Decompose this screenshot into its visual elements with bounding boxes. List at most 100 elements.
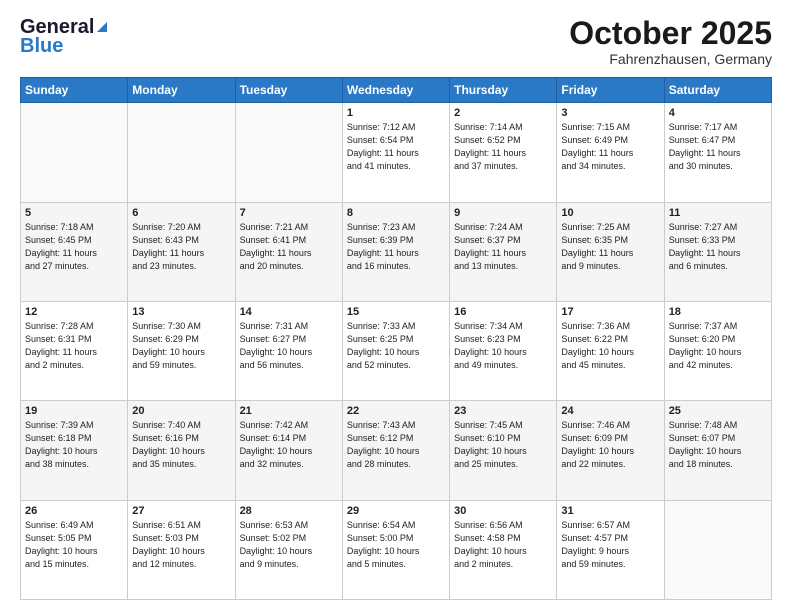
day-info: Sunrise: 6:57 AM Sunset: 4:57 PM Dayligh… [561,519,659,571]
weekday-header-friday: Friday [557,78,664,103]
day-number: 24 [561,405,659,417]
weekday-header-thursday: Thursday [450,78,557,103]
calendar-cell: 16 Sunrise: 7:34 AM Sunset: 6:23 PM Dayli… [450,301,557,400]
day-info: Sunrise: 7:48 AM Sunset: 6:07 PM Dayligh… [669,419,767,471]
day-info: Sunrise: 7:39 AM Sunset: 6:18 PM Dayligh… [25,419,123,471]
calendar-cell: 3Sunrise: 7:15 AM Sunset: 6:49 PM Daylig… [557,103,664,202]
calendar-cell: 24 Sunrise: 7:46 AM Sunset: 6:09 PM Dayli… [557,401,664,500]
day-info: Sunrise: 7:28 AM Sunset: 6:31 PM Dayligh… [25,320,123,372]
day-number: 4 [669,107,767,119]
day-info: Sunrise: 7:34 AM Sunset: 6:23 PM Dayligh… [454,320,552,372]
calendar-cell: 28 Sunrise: 6:53 AM Sunset: 5:02 PM Dayli… [235,500,342,599]
day-info: Sunrise: 7:40 AM Sunset: 6:16 PM Dayligh… [132,419,230,471]
day-number: 16 [454,306,552,318]
calendar-cell: 25 Sunrise: 7:48 AM Sunset: 6:07 PM Dayli… [664,401,771,500]
day-number: 27 [132,505,230,517]
day-info: Sunrise: 7:20 AM Sunset: 6:43 PM Dayligh… [132,221,230,273]
month-title: October 2025 [569,16,772,51]
calendar-cell: 30 Sunrise: 6:56 AM Sunset: 4:58 PM Dayli… [450,500,557,599]
day-info: Sunrise: 6:53 AM Sunset: 5:02 PM Dayligh… [240,519,338,571]
day-number: 1 [347,107,445,119]
weekday-header-tuesday: Tuesday [235,78,342,103]
calendar-cell: 23 Sunrise: 7:45 AM Sunset: 6:10 PM Dayli… [450,401,557,500]
day-info: Sunrise: 7:27 AM Sunset: 6:33 PM Dayligh… [669,221,767,273]
calendar-cell: 31 Sunrise: 6:57 AM Sunset: 4:57 PM Dayli… [557,500,664,599]
day-info: Sunrise: 7:24 AM Sunset: 6:37 PM Dayligh… [454,221,552,273]
calendar-cell: 5 Sunrise: 7:18 AM Sunset: 6:45 PM Daylig… [21,202,128,301]
day-info: Sunrise: 7:37 AM Sunset: 6:20 PM Dayligh… [669,320,767,372]
day-info: Sunrise: 6:56 AM Sunset: 4:58 PM Dayligh… [454,519,552,571]
weekday-header-sunday: Sunday [21,78,128,103]
day-number: 26 [25,505,123,517]
calendar-cell: 10Sunrise: 7:25 AM Sunset: 6:35 PM Dayli… [557,202,664,301]
page: General Blue October 2025 Fahrenzhausen,… [0,0,792,612]
day-info: Sunrise: 6:49 AM Sunset: 5:05 PM Dayligh… [25,519,123,571]
calendar-table: SundayMondayTuesdayWednesdayThursdayFrid… [20,77,772,600]
calendar-cell [235,103,342,202]
calendar-cell: 4 Sunrise: 7:17 AM Sunset: 6:47 PM Daylig… [664,103,771,202]
day-number: 21 [240,405,338,417]
calendar-cell [664,500,771,599]
day-number: 2 [454,107,552,119]
day-info: Sunrise: 7:46 AM Sunset: 6:09 PM Dayligh… [561,419,659,471]
calendar-cell: 14 Sunrise: 7:31 AM Sunset: 6:27 PM Dayli… [235,301,342,400]
calendar-cell: 17Sunrise: 7:36 AM Sunset: 6:22 PM Dayli… [557,301,664,400]
logo: General Blue [20,16,109,58]
day-number: 31 [561,505,659,517]
day-number: 10 [561,207,659,219]
week-row-2: 12 Sunrise: 7:28 AM Sunset: 6:31 PM Dayli… [21,301,772,400]
day-number: 28 [240,505,338,517]
day-info: Sunrise: 7:17 AM Sunset: 6:47 PM Dayligh… [669,121,767,173]
day-number: 11 [669,207,767,219]
week-row-3: 19 Sunrise: 7:39 AM Sunset: 6:18 PM Dayli… [21,401,772,500]
week-row-1: 5 Sunrise: 7:18 AM Sunset: 6:45 PM Daylig… [21,202,772,301]
day-info: Sunrise: 7:42 AM Sunset: 6:14 PM Dayligh… [240,419,338,471]
calendar-cell: 21 Sunrise: 7:42 AM Sunset: 6:14 PM Dayli… [235,401,342,500]
day-info: Sunrise: 7:33 AM Sunset: 6:25 PM Dayligh… [347,320,445,372]
day-number: 18 [669,306,767,318]
calendar-cell: 19 Sunrise: 7:39 AM Sunset: 6:18 PM Dayli… [21,401,128,500]
calendar-cell: 2 Sunrise: 7:14 AM Sunset: 6:52 PM Daylig… [450,103,557,202]
day-info: Sunrise: 7:36 AM Sunset: 6:22 PM Dayligh… [561,320,659,372]
day-number: 19 [25,405,123,417]
weekday-header-monday: Monday [128,78,235,103]
calendar-cell [128,103,235,202]
day-info: Sunrise: 7:15 AM Sunset: 6:49 PM Dayligh… [561,121,659,173]
logo-arrow-icon [95,20,109,34]
calendar-cell: 15Sunrise: 7:33 AM Sunset: 6:25 PM Dayli… [342,301,449,400]
day-info: Sunrise: 7:14 AM Sunset: 6:52 PM Dayligh… [454,121,552,173]
day-number: 22 [347,405,445,417]
day-info: Sunrise: 7:43 AM Sunset: 6:12 PM Dayligh… [347,419,445,471]
day-number: 23 [454,405,552,417]
calendar-cell: 9 Sunrise: 7:24 AM Sunset: 6:37 PM Daylig… [450,202,557,301]
header: General Blue October 2025 Fahrenzhausen,… [20,16,772,67]
calendar-cell: 6Sunrise: 7:20 AM Sunset: 6:43 PM Daylig… [128,202,235,301]
calendar-cell: 22 Sunrise: 7:43 AM Sunset: 6:12 PM Dayli… [342,401,449,500]
day-number: 30 [454,505,552,517]
day-number: 13 [132,306,230,318]
day-info: Sunrise: 7:21 AM Sunset: 6:41 PM Dayligh… [240,221,338,273]
day-info: Sunrise: 7:31 AM Sunset: 6:27 PM Dayligh… [240,320,338,372]
day-number: 25 [669,405,767,417]
day-number: 5 [25,207,123,219]
calendar-cell: 18 Sunrise: 7:37 AM Sunset: 6:20 PM Dayli… [664,301,771,400]
day-info: Sunrise: 6:51 AM Sunset: 5:03 PM Dayligh… [132,519,230,571]
day-info: Sunrise: 7:23 AM Sunset: 6:39 PM Dayligh… [347,221,445,273]
calendar-cell: 1Sunrise: 7:12 AM Sunset: 6:54 PM Daylig… [342,103,449,202]
day-info: Sunrise: 7:18 AM Sunset: 6:45 PM Dayligh… [25,221,123,273]
day-number: 20 [132,405,230,417]
calendar-cell: 12 Sunrise: 7:28 AM Sunset: 6:31 PM Dayli… [21,301,128,400]
day-number: 9 [454,207,552,219]
calendar-cell: 26 Sunrise: 6:49 AM Sunset: 5:05 PM Dayli… [21,500,128,599]
week-row-0: 1Sunrise: 7:12 AM Sunset: 6:54 PM Daylig… [21,103,772,202]
calendar-cell: 20 Sunrise: 7:40 AM Sunset: 6:16 PM Dayli… [128,401,235,500]
title-area: October 2025 Fahrenzhausen, Germany [569,16,772,67]
weekday-header-row: SundayMondayTuesdayWednesdayThursdayFrid… [21,78,772,103]
week-row-4: 26 Sunrise: 6:49 AM Sunset: 5:05 PM Dayli… [21,500,772,599]
day-number: 12 [25,306,123,318]
day-info: Sunrise: 6:54 AM Sunset: 5:00 PM Dayligh… [347,519,445,571]
day-number: 14 [240,306,338,318]
calendar-cell: 13Sunrise: 7:30 AM Sunset: 6:29 PM Dayli… [128,301,235,400]
weekday-header-wednesday: Wednesday [342,78,449,103]
day-info: Sunrise: 7:45 AM Sunset: 6:10 PM Dayligh… [454,419,552,471]
